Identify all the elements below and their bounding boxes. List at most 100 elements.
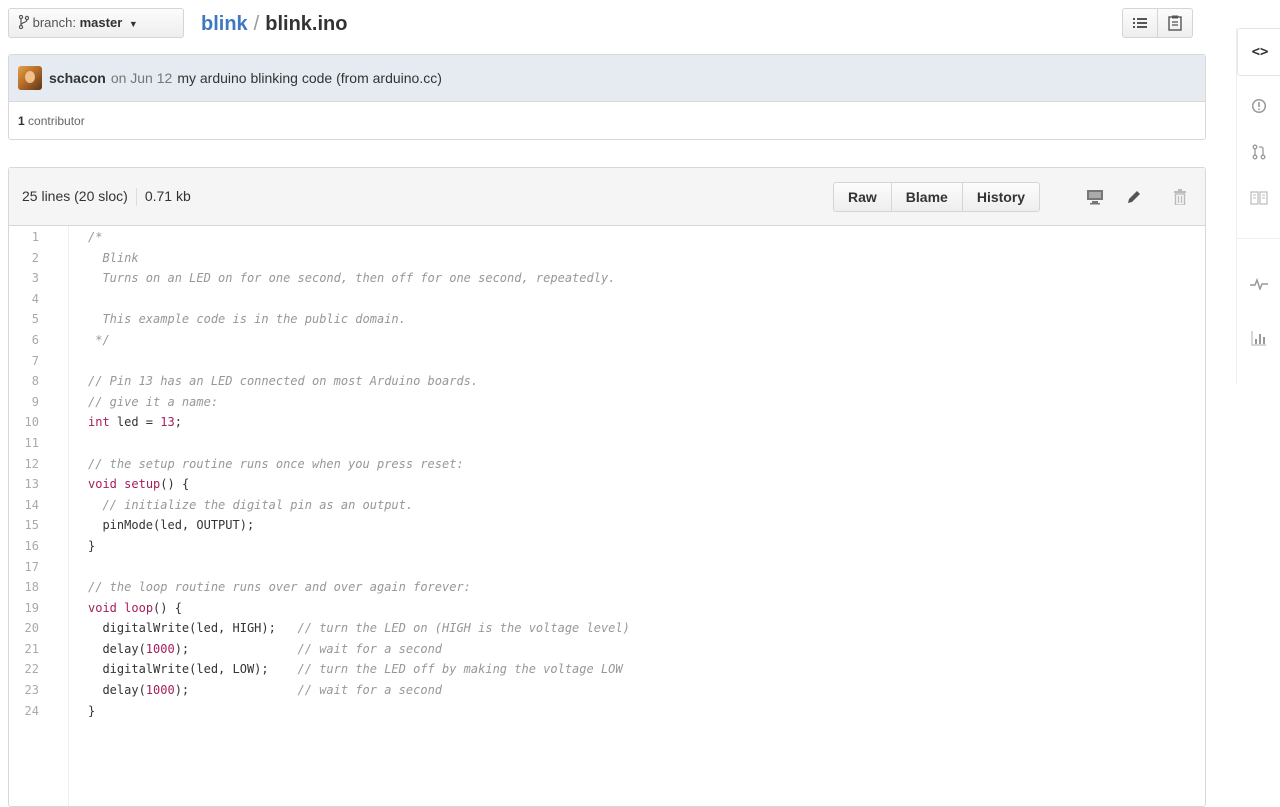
contributors-summary[interactable]: 1 contributor: [9, 102, 1205, 140]
code-line: 23 delay(1000); // wait for a second: [9, 680, 1205, 701]
code-token: 1000: [145, 641, 175, 656]
code-token: led =: [109, 415, 161, 430]
commit-message[interactable]: my arduino blinking code (from arduino.c…: [177, 70, 442, 86]
line-number[interactable]: 6: [9, 330, 68, 351]
code-text: void setup() {: [88, 474, 189, 495]
nav-wiki[interactable]: [1237, 178, 1280, 218]
code-text: delay(1000); // wait for a second: [88, 680, 442, 701]
wiki-icon: [1250, 191, 1268, 205]
list-icon: [1133, 18, 1147, 28]
nav-code[interactable]: <>: [1237, 28, 1280, 76]
line-number[interactable]: 1: [9, 227, 68, 248]
branch-select-button[interactable]: branch: master ▼: [8, 8, 184, 38]
code-token: () {: [160, 477, 190, 492]
code-token: This example code is in the public domai…: [88, 312, 406, 327]
avatar[interactable]: [18, 66, 42, 90]
code-line: 20 digitalWrite(led, HIGH); // turn the …: [9, 618, 1205, 639]
file-viewer: 25 lines (20 sloc) 0.71 kb Raw Blame Hist…: [8, 167, 1206, 807]
nav-graphs[interactable]: [1237, 318, 1280, 358]
branch-name: master: [79, 15, 123, 30]
delete-file-button[interactable]: [1170, 187, 1190, 207]
edit-file-button[interactable]: [1124, 187, 1144, 207]
commit-author[interactable]: schacon: [49, 70, 106, 86]
code-text: // initialize the digital pin as an outp…: [88, 495, 413, 516]
raw-button[interactable]: Raw: [833, 182, 892, 212]
history-button[interactable]: History: [961, 182, 1041, 212]
branch-prefix: branch:: [32, 15, 76, 30]
code-token: // the loop routine runs over and over a…: [88, 580, 471, 595]
line-number[interactable]: 24: [9, 701, 68, 722]
line-number[interactable]: 17: [9, 557, 68, 578]
line-number[interactable]: 11: [9, 433, 68, 454]
code-line: 1 /*: [9, 227, 1205, 248]
commit-date: on Jun 12: [110, 70, 173, 86]
open-desktop-button[interactable]: [1085, 187, 1105, 207]
code-text: void loop() {: [88, 598, 182, 619]
graph-icon: [1251, 331, 1266, 346]
breadcrumb: blink / blink.ino: [201, 10, 347, 38]
line-number[interactable]: 2: [9, 248, 68, 269]
code-line: 21 delay(1000); // wait for a second: [9, 639, 1205, 660]
code-line: 15 pinMode(led, OUTPUT);: [9, 515, 1205, 536]
code-line: 14 // initialize the digital pin as an o…: [9, 495, 1205, 516]
copy-path-button[interactable]: [1157, 8, 1193, 38]
code-text: */: [88, 330, 109, 351]
blame-button[interactable]: Blame: [890, 182, 963, 212]
file-navigation: branch: master ▼ blink / blink.ino: [8, 8, 1206, 42]
code-token: digitalWrite(led, HIGH);: [88, 621, 298, 636]
line-number[interactable]: 3: [9, 268, 68, 289]
line-number[interactable]: 18: [9, 577, 68, 598]
code-line: 2 Blink: [9, 248, 1205, 269]
code-body: 1/* 2 Blink 3 Turns on an LED on for one s…: [9, 227, 1205, 721]
line-number[interactable]: 8: [9, 371, 68, 392]
code-text: // the setup routine runs once when you …: [88, 454, 464, 475]
code-text: delay(1000); // wait for a second: [88, 639, 442, 660]
line-number[interactable]: 4: [9, 289, 68, 310]
line-number[interactable]: 9: [9, 392, 68, 413]
issue-icon: [1251, 98, 1267, 114]
code-icon: <>: [1251, 44, 1269, 60]
code-text: pinMode(led, OUTPUT);: [88, 515, 254, 536]
line-number[interactable]: 16: [9, 536, 68, 557]
code-text: // Pin 13 has an LED connected on most A…: [88, 371, 478, 392]
line-number[interactable]: 20: [9, 618, 68, 639]
line-number[interactable]: 14: [9, 495, 68, 516]
trash-icon: [1174, 189, 1186, 205]
code-token: 1000: [145, 683, 175, 698]
code-token: delay(: [88, 641, 146, 656]
line-number[interactable]: 19: [9, 598, 68, 619]
line-number[interactable]: 10: [9, 412, 68, 433]
line-number[interactable]: 13: [9, 474, 68, 495]
code-token: digitalWrite(led, LOW);: [88, 662, 298, 677]
nav-pulse[interactable]: [1237, 264, 1280, 304]
code-token: void: [88, 477, 117, 492]
line-number[interactable]: 23: [9, 680, 68, 701]
code-text: }: [88, 701, 95, 722]
code-token: 13: [160, 415, 175, 430]
code-line: 13 void setup() {: [9, 474, 1205, 495]
code-token: () {: [153, 600, 182, 615]
line-number[interactable]: 7: [9, 351, 68, 372]
nav-pull-requests[interactable]: [1237, 132, 1280, 172]
code-token: }: [88, 703, 96, 718]
code-token: // give it a name:: [88, 394, 219, 409]
file-lines-info: 25 lines (20 sloc): [22, 188, 128, 204]
code-token: }: [88, 538, 96, 553]
line-number[interactable]: 5: [9, 309, 68, 330]
code-token: Blink: [88, 250, 139, 265]
line-number[interactable]: 22: [9, 659, 68, 680]
line-number[interactable]: 12: [9, 454, 68, 475]
line-number[interactable]: 21: [9, 639, 68, 660]
breadcrumb-repo-link[interactable]: blink: [201, 13, 248, 35]
code-token: // the setup routine runs once when you …: [88, 456, 464, 471]
file-list-button[interactable]: [1122, 8, 1158, 38]
pencil-icon: [1128, 191, 1140, 203]
sidebar-divider: [1237, 238, 1280, 239]
code-line: 5 This example code is in the public dom…: [9, 309, 1205, 330]
commit-header: schacon on Jun 12 my arduino blinking co…: [9, 55, 1205, 102]
code-line: 12 // the setup routine runs once when yo…: [9, 454, 1205, 475]
line-number[interactable]: 15: [9, 515, 68, 536]
nav-issues[interactable]: [1237, 86, 1280, 126]
code-token: Turns on an LED on for one second, then …: [88, 271, 616, 286]
code-text: digitalWrite(led, LOW); // turn the LED …: [88, 659, 622, 680]
